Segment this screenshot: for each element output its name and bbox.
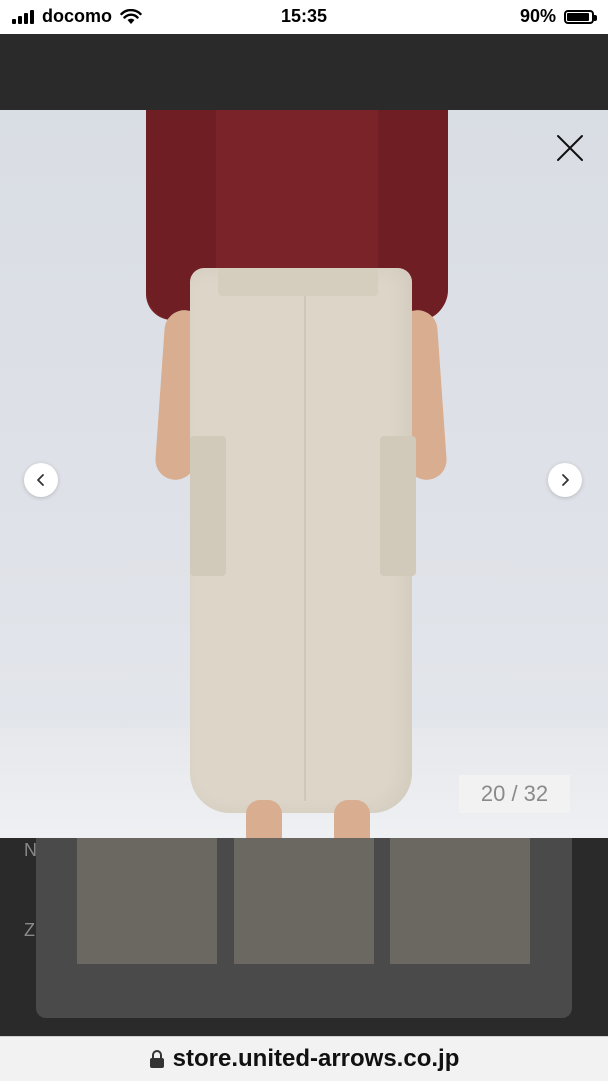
- chevron-left-icon: [37, 474, 44, 486]
- battery-percent: 90%: [519, 6, 556, 26]
- browser-url-bar[interactable]: store.united-arrows.co.jp: [0, 1036, 608, 1081]
- background-thumbnail: [390, 834, 530, 964]
- pants-waistband: [218, 268, 378, 296]
- pants-cargo-pocket-right: [380, 436, 416, 576]
- previous-image-button[interactable]: [24, 463, 58, 497]
- lock-icon: [149, 1050, 164, 1068]
- status-bar: docomo 15:35 90%: [0, 0, 608, 34]
- background-thumbnail: [77, 834, 217, 964]
- background-thumbnail: [234, 834, 374, 964]
- next-image-button[interactable]: [548, 463, 582, 497]
- battery-level: [567, 12, 589, 21]
- product-photo[interactable]: [0, 110, 608, 838]
- status-right: 90%: [519, 6, 597, 27]
- status-time: 15:35: [280, 6, 328, 26]
- close-icon: [557, 135, 583, 161]
- close-button[interactable]: [552, 130, 588, 166]
- pants-cargo-pocket-left: [190, 436, 226, 576]
- chevron-right-icon: [562, 474, 569, 486]
- model-leg-right: [334, 800, 370, 838]
- background-partial-text: N: [24, 840, 37, 860]
- background-partial-text: Z: [24, 920, 35, 940]
- model-leg-left: [246, 800, 282, 838]
- image-counter: 20 / 32: [459, 775, 570, 813]
- url-text: store.united-arrows.co.jp: [172, 1045, 460, 1072]
- battery-icon: [564, 9, 597, 24]
- pants-crease: [304, 296, 306, 801]
